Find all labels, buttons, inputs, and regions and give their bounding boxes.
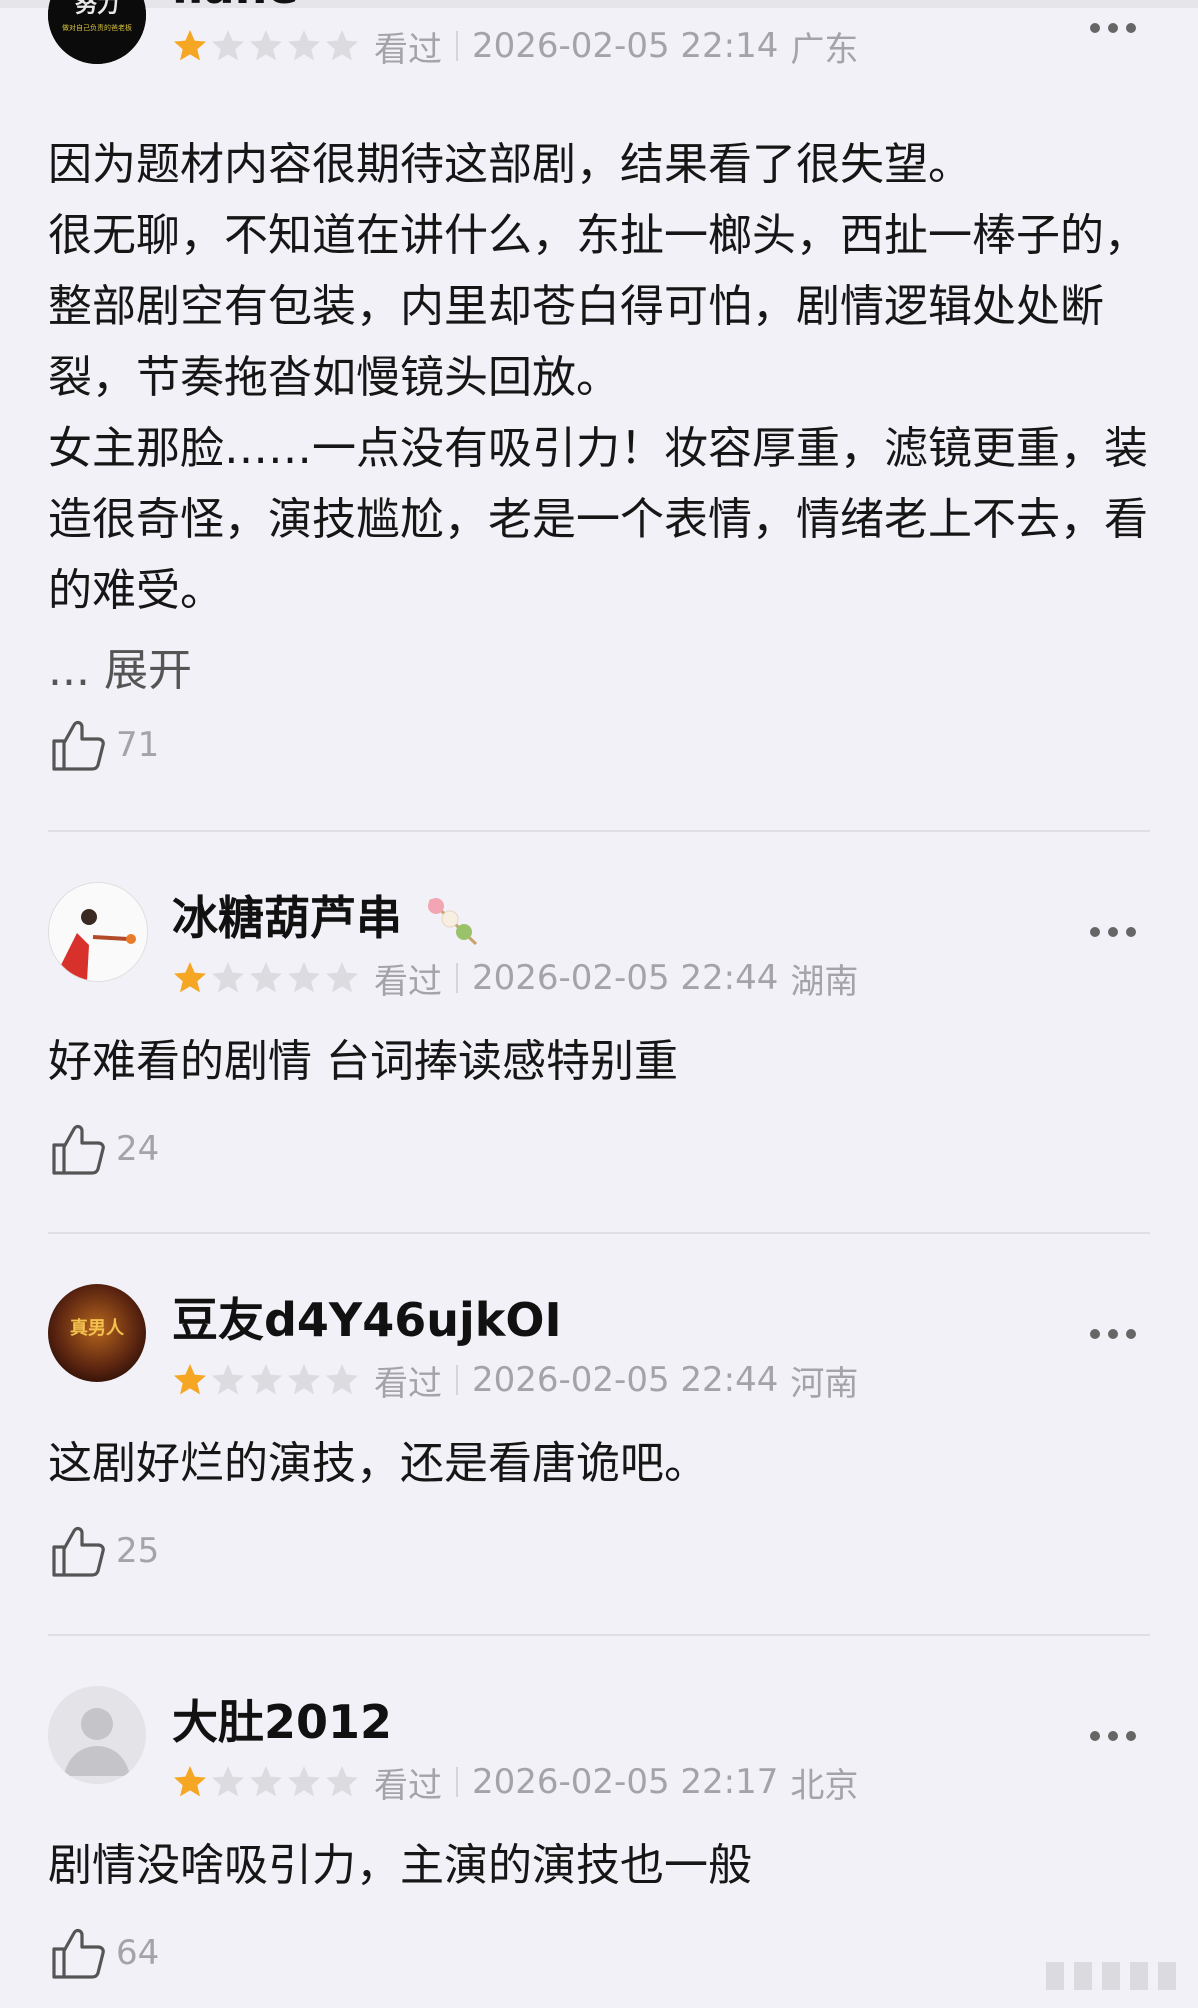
review-meta: 看过 2026-02-05 22:44 河南	[172, 1358, 859, 1404]
star-empty-icon	[288, 30, 320, 61]
star-empty-icon	[250, 962, 282, 993]
star-rating	[172, 1764, 360, 1800]
avatar[interactable]	[48, 1686, 146, 1784]
star-filled-icon	[174, 1364, 206, 1395]
thumbs-up-icon	[52, 1124, 105, 1175]
star-empty-icon	[326, 962, 358, 993]
review-header: 真男人 豆友d4Y46ujkOI 看过 2026-02-05 22:44 河南	[48, 1284, 1150, 1404]
like-count: 64	[116, 1933, 160, 1973]
review-location: 湖南	[790, 961, 859, 1002]
review-content: 好难看的剧情 台词捧读感特别重	[48, 1036, 678, 1087]
username[interactable]: 大肚2012	[172, 1686, 392, 1752]
review-datetime: 2026-02-05 22:44	[472, 958, 779, 998]
star-empty-icon	[250, 1364, 282, 1395]
username[interactable]: 冰糖葫芦串	[172, 882, 482, 950]
username[interactable]: liane	[172, 0, 299, 14]
star-empty-icon	[288, 962, 320, 993]
review-datetime: 2026-02-05 22:17	[472, 1762, 779, 1802]
avatar-image	[49, 883, 147, 981]
meta-separator	[456, 31, 458, 61]
star-rating	[172, 960, 360, 996]
review-location: 广东	[790, 29, 859, 70]
review-content: 剧情没啥吸引力，主演的演技也一般	[48, 1840, 752, 1891]
review-location: 北京	[790, 1765, 859, 1806]
star-empty-icon	[288, 1766, 320, 1797]
avatar-image: 努力 做对自己负责的爸老板	[48, 0, 146, 64]
default-avatar-icon	[48, 1686, 146, 1784]
review-header: 大肚2012 看过 2026-02-05 22:17 北京	[48, 1686, 1150, 1806]
star-empty-icon	[250, 1766, 282, 1797]
review-item: 努力 做对自己负责的爸老板 liane 看过 2026-02-05 22:14 …	[48, 0, 1150, 832]
meta-separator	[456, 1767, 458, 1797]
like-button[interactable]: 64	[48, 1923, 159, 1983]
username[interactable]: 豆友d4Y46ujkOI	[172, 1284, 562, 1350]
review-content: 这剧好烂的演技，还是看唐诡吧。	[48, 1438, 708, 1489]
star-empty-icon	[326, 1364, 358, 1395]
star-empty-icon	[212, 30, 244, 61]
avatar-image: 真男人	[48, 1284, 146, 1382]
review-header: 冰糖葫芦串 看过 2026-02-05 22:44 湖南	[48, 882, 1150, 1002]
star-filled-icon	[174, 1766, 206, 1797]
more-options-button[interactable]	[1090, 927, 1136, 937]
more-options-button[interactable]	[1090, 1731, 1136, 1741]
star-empty-icon	[326, 1766, 358, 1797]
star-empty-icon	[326, 30, 358, 61]
star-empty-icon	[288, 1364, 320, 1395]
username-text: 冰糖葫芦串	[172, 891, 402, 945]
avatar[interactable]: 真男人	[48, 1284, 146, 1382]
more-options-button[interactable]	[1090, 1329, 1136, 1339]
review-datetime: 2026-02-05 22:44	[472, 1360, 779, 1400]
meta-separator	[456, 1365, 458, 1395]
like-button[interactable]: 25	[48, 1521, 159, 1581]
star-empty-icon	[212, 1766, 244, 1797]
watch-status: 看过	[374, 1765, 442, 1806]
thumbs-up-icon	[52, 720, 105, 771]
review-location: 河南	[790, 1363, 859, 1404]
watermark-logo	[1046, 1962, 1176, 1990]
review-datetime: 2026-02-05 22:14	[472, 26, 779, 66]
watch-status: 看过	[374, 961, 442, 1002]
like-count: 25	[116, 1531, 160, 1571]
star-rating	[172, 28, 360, 64]
star-rating	[172, 1362, 360, 1398]
star-filled-icon	[174, 962, 206, 993]
review-header: 努力 做对自己负责的爸老板 liane 看过 2026-02-05 22:14 …	[48, 0, 1150, 76]
meta-separator	[456, 963, 458, 993]
like-button[interactable]: 71	[48, 715, 159, 775]
thumbs-up-icon	[52, 1526, 105, 1577]
avatar-logo-text: 真男人	[70, 1317, 125, 1339]
like-count: 71	[116, 725, 160, 765]
review-item: 大肚2012 看过 2026-02-05 22:17 北京 剧情没啥吸引力，主演…	[48, 1636, 1150, 2008]
avatar[interactable]: 努力 做对自己负责的爸老板	[48, 0, 146, 64]
review-content: 因为题材内容很期待这部剧，结果看了很失望。 很无聊，不知道在讲什么，东扯一榔头，…	[48, 139, 1148, 616]
watch-status: 看过	[374, 1363, 442, 1404]
watch-status: 看过	[374, 29, 442, 70]
like-count: 24	[116, 1129, 160, 1169]
review-meta: 看过 2026-02-05 22:44 湖南	[172, 956, 859, 1002]
more-options-button[interactable]	[1090, 23, 1136, 33]
star-empty-icon	[250, 30, 282, 61]
review-item: 真男人 豆友d4Y46ujkOI 看过 2026-02-05 22:44 河南 …	[48, 1234, 1150, 1636]
like-button[interactable]: 24	[48, 1119, 159, 1179]
avatar-logo-text: 努力	[75, 0, 119, 18]
star-empty-icon	[212, 1364, 244, 1395]
review-feed: 努力 做对自己负责的爸老板 liane 看过 2026-02-05 22:14 …	[0, 0, 1198, 2008]
review-meta: 看过 2026-02-05 22:17 北京	[172, 1760, 859, 1806]
expand-link[interactable]: ... 展开	[48, 634, 192, 698]
avatar[interactable]	[48, 882, 148, 982]
star-filled-icon	[174, 30, 206, 61]
candied-haws-icon	[428, 897, 478, 945]
review-item: 冰糖葫芦串 看过 2026-02-05 22:44 湖南 好难看的剧情 台词捧读…	[48, 832, 1150, 1234]
thumbs-up-icon	[52, 1928, 105, 1979]
review-meta: 看过 2026-02-05 22:14 广东	[172, 24, 859, 70]
star-empty-icon	[212, 962, 244, 993]
avatar-logo-subtext: 做对自己负责的爸老板	[62, 23, 132, 32]
